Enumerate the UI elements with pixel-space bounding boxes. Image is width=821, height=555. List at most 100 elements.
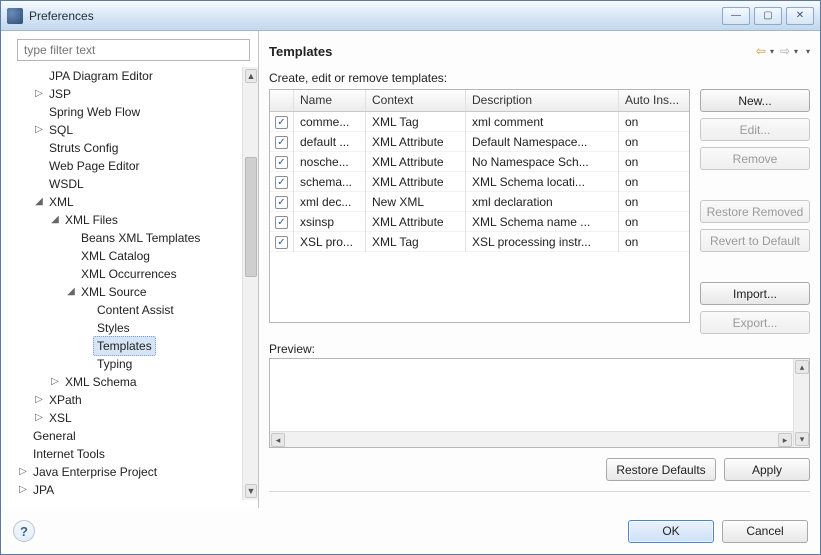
- tree-item[interactable]: Templates: [81, 337, 238, 355]
- hscroll-right-icon[interactable]: ▸: [778, 433, 792, 447]
- row-checkbox-cell: ✓: [270, 131, 294, 153]
- tree-item[interactable]: Spring Web Flow: [33, 103, 238, 121]
- restore-defaults-button[interactable]: Restore Defaults: [606, 458, 716, 481]
- table-row[interactable]: ✓XSL pro...XML TagXSL processing instr..…: [270, 232, 689, 252]
- ok-button[interactable]: OK: [628, 520, 714, 543]
- tree-item[interactable]: Styles: [81, 319, 238, 337]
- row-context: XML Tag: [366, 232, 466, 252]
- table-row[interactable]: ✓default ...XML AttributeDefault Namespa…: [270, 132, 689, 152]
- row-checkbox[interactable]: ✓: [275, 196, 288, 209]
- tree-item[interactable]: ▷XPath: [33, 391, 238, 409]
- tree-item[interactable]: ▷XML Schema: [49, 373, 238, 391]
- hscroll-left-icon[interactable]: ◂: [271, 433, 285, 447]
- export-button[interactable]: Export...: [700, 311, 810, 334]
- col-context-header[interactable]: Context: [366, 90, 466, 111]
- tree-item[interactable]: Web Page Editor: [33, 157, 238, 175]
- tree-item[interactable]: Content Assist: [81, 301, 238, 319]
- table-row[interactable]: ✓xml dec...New XMLxml declarationon: [270, 192, 689, 212]
- row-checkbox-cell: ✓: [270, 211, 294, 233]
- tree-item-label: Web Page Editor: [45, 156, 144, 176]
- scroll-thumb[interactable]: [245, 157, 257, 277]
- back-menu-caret-icon[interactable]: ▾: [770, 47, 774, 56]
- side-buttons: New... Edit... Remove Restore Removed Re…: [700, 89, 810, 334]
- preference-tree[interactable]: JPA Diagram Editor▷JSPSpring Web Flow▷SQ…: [9, 67, 242, 500]
- tree-item[interactable]: XML Occurrences: [65, 265, 238, 283]
- scroll-down-icon[interactable]: ▼: [245, 484, 257, 498]
- tree-item[interactable]: ◢XML Source: [65, 283, 238, 301]
- expand-icon[interactable]: ▷: [49, 373, 61, 391]
- edit-button[interactable]: Edit...: [700, 118, 810, 141]
- tree-item[interactable]: Internet Tools: [17, 445, 238, 463]
- tree-item-label: General: [29, 426, 80, 446]
- row-checkbox[interactable]: ✓: [275, 216, 288, 229]
- col-description-header[interactable]: Description: [466, 90, 619, 111]
- expand-icon[interactable]: ◢: [65, 283, 77, 301]
- tree-item-label: XSL: [45, 408, 76, 428]
- back-icon[interactable]: ⇦: [752, 43, 770, 59]
- preferences-window: Preferences — ▢ ✕ JPA Diagram Editor▷JSP…: [0, 0, 821, 555]
- table-row[interactable]: ✓xsinspXML AttributeXML Schema name ...o…: [270, 212, 689, 232]
- row-checkbox[interactable]: ✓: [275, 156, 288, 169]
- table-row[interactable]: ✓comme...XML Tagxml commenton: [270, 112, 689, 132]
- filter-input[interactable]: [17, 39, 250, 61]
- row-checkbox[interactable]: ✓: [275, 116, 288, 129]
- col-autoinsert-header[interactable]: Auto Ins...: [619, 90, 689, 111]
- expand-icon[interactable]: ▷: [33, 391, 45, 409]
- scroll-up-icon[interactable]: ▲: [245, 69, 257, 83]
- tree-item[interactable]: ▷XSL: [33, 409, 238, 427]
- help-icon[interactable]: ?: [13, 520, 35, 542]
- expand-icon[interactable]: ▷: [33, 121, 45, 139]
- remove-button[interactable]: Remove: [700, 147, 810, 170]
- app-icon: [7, 8, 23, 24]
- tree-item[interactable]: Struts Config: [33, 139, 238, 157]
- view-menu-caret-icon[interactable]: ▾: [806, 47, 810, 56]
- tree-item-label: JSP: [45, 84, 75, 104]
- vscroll-down-icon[interactable]: ▾: [795, 432, 809, 446]
- apply-button[interactable]: Apply: [724, 458, 810, 481]
- table-row[interactable]: ✓schema...XML AttributeXML Schema locati…: [270, 172, 689, 192]
- expand-icon[interactable]: ◢: [49, 211, 61, 229]
- main-pane: Templates ⇦ ▾ ⇨ ▾ ▾ Create, edit or remo…: [259, 31, 820, 508]
- tree-scrollbar[interactable]: ▲ ▼: [242, 67, 258, 500]
- revert-default-button[interactable]: Revert to Default: [700, 229, 810, 252]
- preview-box: ◂ ▸ ▴ ▾: [269, 358, 810, 448]
- tree-item[interactable]: WSDL: [33, 175, 238, 193]
- row-checkbox[interactable]: ✓: [275, 136, 288, 149]
- col-name-header[interactable]: Name: [294, 90, 366, 111]
- expand-icon[interactable]: ◢: [33, 193, 45, 211]
- tree-item[interactable]: Beans XML Templates: [65, 229, 238, 247]
- tree-item[interactable]: ▷JPA: [17, 481, 238, 499]
- preview-vscrollbar[interactable]: ▴ ▾: [793, 359, 809, 447]
- tree-item[interactable]: ◢XML: [33, 193, 238, 211]
- row-name: nosche...: [294, 152, 366, 172]
- row-checkbox[interactable]: ✓: [275, 236, 288, 249]
- vscroll-up-icon[interactable]: ▴: [795, 360, 809, 374]
- row-description: Default Namespace...: [466, 132, 619, 152]
- forward-icon[interactable]: ⇨: [776, 43, 794, 59]
- tree-item[interactable]: XML Catalog: [65, 247, 238, 265]
- preview-hscrollbar[interactable]: ◂ ▸: [270, 431, 793, 447]
- tree-item[interactable]: ▷JSP: [33, 85, 238, 103]
- restore-removed-button[interactable]: Restore Removed: [700, 200, 810, 223]
- new-button[interactable]: New...: [700, 89, 810, 112]
- tree-item[interactable]: ▷Java Enterprise Project: [17, 463, 238, 481]
- expand-icon[interactable]: ▷: [17, 463, 29, 481]
- import-button[interactable]: Import...: [700, 282, 810, 305]
- tree-item[interactable]: General: [17, 427, 238, 445]
- expand-icon[interactable]: ▷: [17, 481, 29, 499]
- row-autoinsert: on: [619, 212, 689, 232]
- maximize-button[interactable]: ▢: [754, 7, 782, 25]
- expand-icon[interactable]: ▷: [33, 85, 45, 103]
- tree-item[interactable]: ▷SQL: [33, 121, 238, 139]
- minimize-button[interactable]: —: [722, 7, 750, 25]
- row-checkbox[interactable]: ✓: [275, 176, 288, 189]
- close-button[interactable]: ✕: [786, 7, 814, 25]
- table-row[interactable]: ✓nosche...XML AttributeNo Namespace Sch.…: [270, 152, 689, 172]
- tree-item[interactable]: Typing: [81, 355, 238, 373]
- tree-item[interactable]: JPA Diagram Editor: [33, 67, 238, 85]
- cancel-button[interactable]: Cancel: [722, 520, 808, 543]
- expand-icon[interactable]: ▷: [33, 409, 45, 427]
- forward-menu-caret-icon[interactable]: ▾: [794, 47, 798, 56]
- templates-table[interactable]: Name Context Description Auto Ins... ✓co…: [269, 89, 690, 323]
- tree-item[interactable]: ◢XML Files: [49, 211, 238, 229]
